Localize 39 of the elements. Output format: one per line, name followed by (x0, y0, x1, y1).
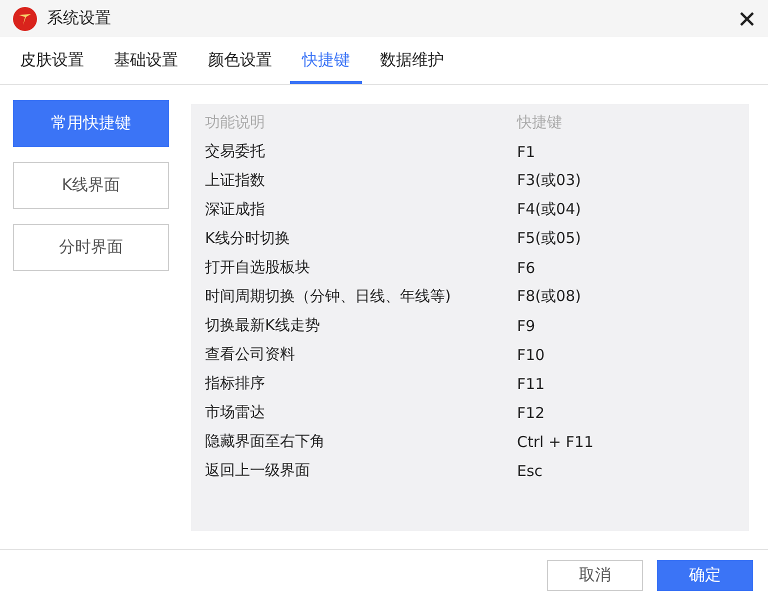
tab[interactable]: 皮肤设置 (8, 37, 96, 84)
table-cell: F11 (517, 374, 545, 392)
table-cell-text: 指标排序 (205, 374, 266, 393)
app-logo-icon (13, 6, 37, 30)
tab[interactable]: 快捷键 (290, 37, 362, 84)
table-cell: F12 (517, 404, 545, 422)
table-cell-text: 上证指数 (205, 171, 266, 190)
table-cell: F10 (517, 346, 545, 364)
column-header: 快捷键 (517, 113, 562, 132)
window-title: 系统设置 (47, 8, 112, 29)
table-cell-text: K线分时切换 (205, 229, 291, 248)
tab[interactable]: 数据维护 (368, 37, 456, 84)
sidebar-item[interactable]: 常用快捷键 (13, 100, 169, 147)
table-cell-text: 隐藏界面至右下角 (205, 432, 326, 451)
table-cell-text: 返回上一级界面 (205, 461, 311, 480)
table-cell: F9 (517, 316, 536, 334)
column-header: 功能说明 (205, 113, 266, 132)
table-cell: F5(或05) (517, 229, 581, 248)
table-cell-text: 查看公司资料 (205, 345, 296, 364)
table-cell-text: 交易委托 (205, 142, 266, 161)
table-cell-text: 切换最新K线走势 (205, 316, 321, 335)
table-cell: F1 (517, 142, 536, 160)
tab[interactable]: 基础设置 (102, 37, 190, 84)
table-cell: F6 (517, 258, 536, 276)
table-cell: F8(或08) (517, 287, 581, 306)
table-cell-text: 深证成指 (205, 200, 266, 219)
table-cell: Ctrl + F11 (517, 432, 594, 450)
sidebar-item[interactable]: K线界面 (13, 162, 169, 209)
cancel-button[interactable]: 取消 (547, 560, 643, 590)
table-cell-text: 时间周期切换（分钟、日线、年线等) (205, 287, 452, 306)
close-icon[interactable] (740, 12, 754, 26)
table-cell: F3(或03) (517, 171, 581, 190)
sidebar-item[interactable]: 分时界面 (13, 224, 169, 271)
tab[interactable]: 颜色设置 (196, 37, 284, 84)
confirm-button[interactable]: 确定 (657, 560, 753, 590)
table-cell-text: 打开自选股板块 (205, 258, 311, 277)
table-cell: F4(或04) (517, 200, 581, 219)
table-cell-text: 市场雷达 (205, 403, 266, 422)
table-cell: Esc (517, 462, 543, 480)
